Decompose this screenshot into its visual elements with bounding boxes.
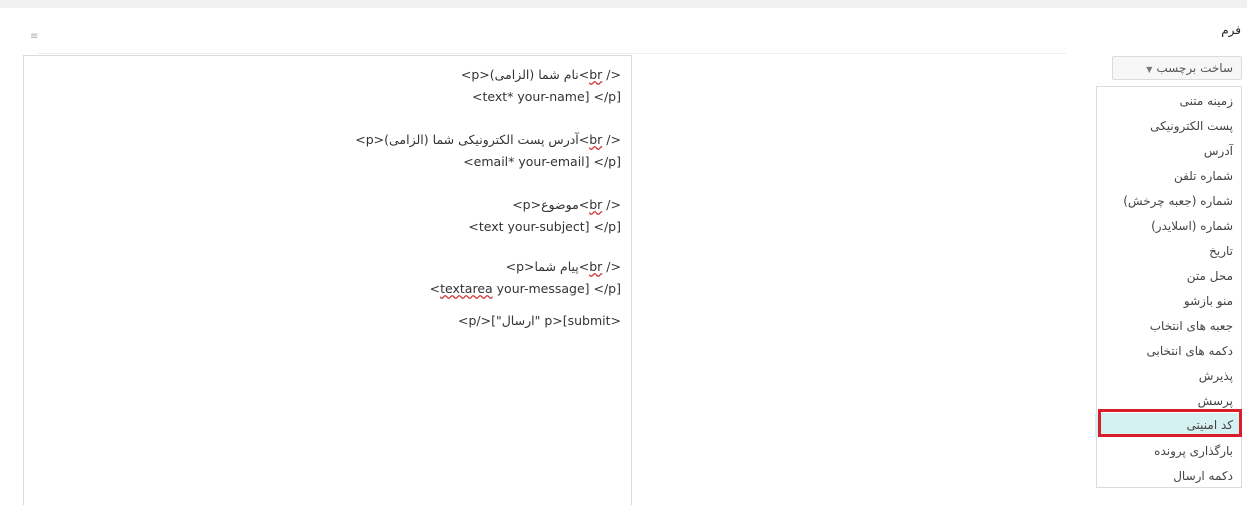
menu-item-captcha[interactable]: کد امنیتی	[1095, 413, 1241, 437]
generate-tag-dropdown[interactable]: ساخت برچسب▼	[1112, 56, 1242, 80]
form-code-textarea[interactable]: <p>نام شما (الزامی)<br /> <text* your-na…	[23, 55, 632, 505]
code-group-name: <p>نام شما (الزامی)<br /> <text* your-na…	[461, 64, 621, 108]
code-group-submit: <p/>["ارسال" p>[submit>	[458, 310, 621, 332]
code-line: <p>آدرس پست الکترونیکی شما (الزامی)<br /…	[355, 132, 621, 147]
code-line: <p>پیام شما<br />	[505, 259, 621, 274]
menu-item-file-upload[interactable]: بارگذاری پرونده	[1095, 439, 1241, 463]
form-panel-header: ≡ فرم	[12, 9, 1247, 54]
menu-item-submit-button[interactable]: دکمه ارسال	[1095, 464, 1241, 488]
menu-item-number-spinbox[interactable]: شماره (جعبه چرخش)	[1095, 189, 1241, 213]
menu-item-date[interactable]: تاریخ	[1095, 239, 1241, 263]
code-line: <p/>["ارسال" p>[submit>	[457, 313, 621, 328]
code-line: <text your-subject] </p]	[468, 219, 621, 234]
tag-type-menu: زمینه متنی پست الکترونیکی آدرس شماره تلف…	[1095, 86, 1242, 488]
code-group-message: <p>پیام شما<br /> <textarea your-message…	[430, 256, 621, 300]
code-line: <text* your-name] </p]	[472, 89, 621, 104]
code-line: <email* your-email] </p]	[463, 154, 621, 169]
panel-title: فرم	[1221, 23, 1241, 37]
menu-item-text[interactable]: زمینه متنی	[1095, 89, 1241, 113]
chevron-down-icon: ▼	[1146, 65, 1153, 74]
generate-tag-label: ساخت برچسب	[1156, 61, 1233, 75]
divider	[38, 53, 1066, 54]
menu-item-radio-buttons[interactable]: دکمه های انتخابی	[1095, 339, 1241, 363]
menu-item-tel[interactable]: شماره تلفن	[1095, 164, 1241, 188]
menu-item-number-slider[interactable]: شماره (اسلایدر)	[1095, 214, 1241, 238]
menu-item-textarea[interactable]: محل متن	[1095, 264, 1241, 288]
menu-item-quiz[interactable]: پرسش	[1095, 389, 1241, 413]
code-group-subject: <p>موضوع<br /> <text your-subject] </p]	[468, 194, 621, 238]
menu-item-checkboxes[interactable]: جعبه های انتخاب	[1095, 314, 1241, 338]
code-group-email: <p>آدرس پست الکترونیکی شما (الزامی)<br /…	[355, 129, 621, 173]
code-line: <textarea your-message] </p]	[429, 281, 621, 296]
menu-item-url[interactable]: آدرس	[1095, 139, 1241, 163]
menu-item-dropdown[interactable]: منو بازشو	[1095, 289, 1241, 313]
code-line: <p>نام شما (الزامی)<br />	[460, 67, 621, 82]
menu-item-email[interactable]: پست الکترونیکی	[1095, 114, 1241, 138]
collapse-icon[interactable]: ≡	[30, 31, 38, 42]
menu-item-acceptance[interactable]: پذیرش	[1095, 364, 1241, 388]
code-line: <p>موضوع<br />	[512, 197, 621, 212]
top-bar	[0, 0, 1247, 8]
